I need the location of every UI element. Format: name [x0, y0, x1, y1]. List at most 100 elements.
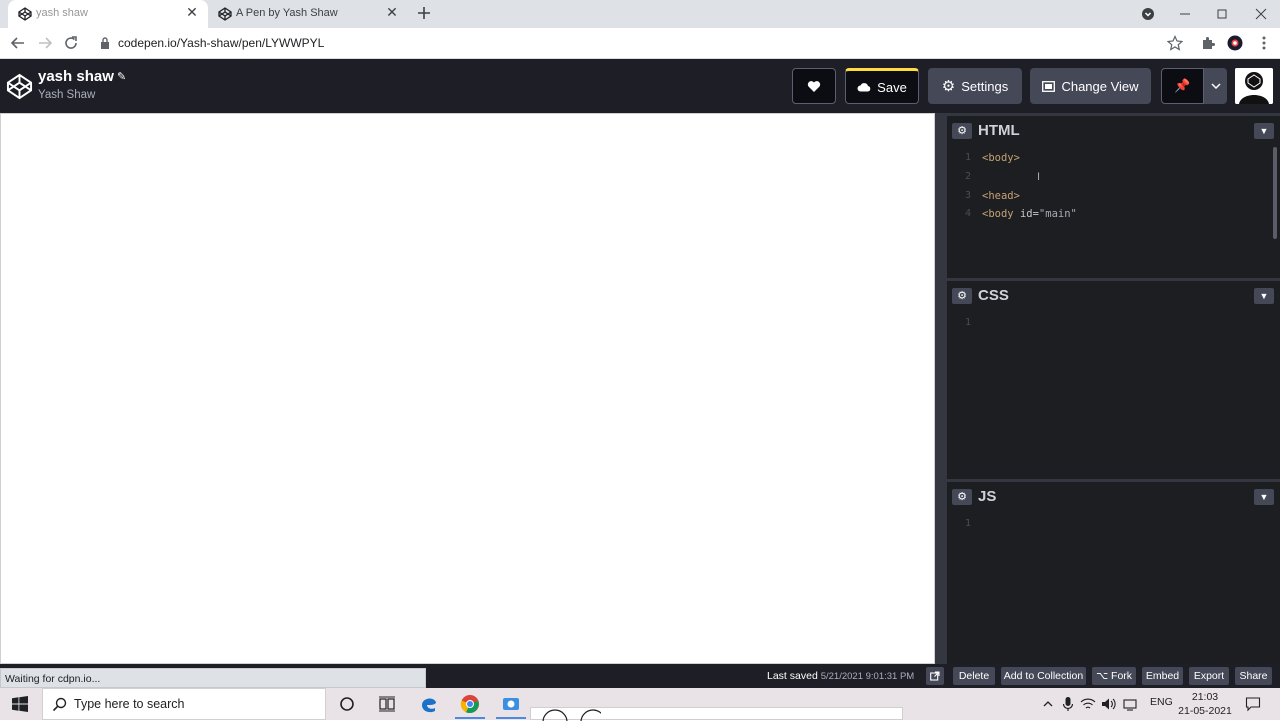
share-button[interactable]: Share [1235, 667, 1272, 685]
search-placeholder: Type here to search [74, 697, 185, 711]
new-tab-icon[interactable] [417, 6, 431, 20]
text-cursor-icon: I [1037, 171, 1041, 183]
taskbar-search[interactable]: Type here to search [42, 688, 326, 720]
tab-title: yash shaw [36, 7, 88, 19]
extensions-puzzle-icon[interactable] [1200, 35, 1216, 51]
js-editor-header: ⚙ JS ▼ [947, 479, 1280, 513]
fork-button[interactable]: ⌥ Fork [1092, 667, 1136, 685]
settings-label: Settings [961, 78, 1009, 94]
codepen-footer: Waiting for cdpn.io... Last saved 5/21/2… [0, 664, 1280, 688]
layout-icon [1042, 80, 1056, 92]
delete-button[interactable]: Delete [953, 667, 995, 685]
task-view-icon[interactable] [377, 694, 397, 714]
window-close-icon[interactable] [1252, 5, 1270, 23]
code-line: <head> [982, 190, 1020, 202]
reload-icon[interactable] [63, 35, 79, 51]
embed-button[interactable]: Embed [1142, 667, 1183, 685]
edit-pencil-icon[interactable]: ✎ [117, 70, 129, 83]
user-avatar[interactable] [1235, 68, 1273, 104]
tab-close-icon[interactable]: ✕ [386, 5, 398, 19]
css-code-area[interactable]: 1 [947, 312, 1280, 479]
add-to-collection-button[interactable]: Add to Collection [1001, 667, 1086, 685]
network-icon[interactable] [1122, 696, 1138, 712]
html-editor: ⚙ HTML ▼ 1 2 3 4 <body> <head> <body id=… [947, 113, 1280, 278]
pin-dropdown-button[interactable] [1204, 68, 1227, 104]
codepen-favicon-icon [218, 7, 232, 21]
css-editor-title: CSS [978, 287, 1009, 304]
js-chevron-down-icon[interactable]: ▼ [1254, 489, 1274, 505]
line-number: 1 [964, 518, 971, 529]
show-hidden-icons-chevron-icon[interactable] [1042, 698, 1054, 710]
heart-icon [807, 80, 821, 92]
html-chevron-down-icon[interactable]: ▼ [1254, 123, 1274, 139]
chrome-menu-icon[interactable] [1256, 35, 1272, 51]
notifications-icon[interactable] [1245, 696, 1261, 712]
chrome-icon[interactable] [460, 694, 480, 714]
html-code-area[interactable]: 1 2 3 4 <body> <head> <body id="main" I [947, 147, 1280, 278]
gear-icon: ⚙ [941, 78, 956, 95]
codepen-favicon-icon [18, 7, 32, 21]
line-number: 2 [964, 171, 971, 182]
code-line: <body id="main" [982, 208, 1077, 220]
tab-close-icon[interactable]: ✕ [186, 5, 198, 19]
export-button[interactable]: Export [1189, 667, 1229, 685]
browser-tab-strip: yash shaw ✕ A Pen by Yash Shaw ✕ [0, 0, 1280, 28]
profile-dropdown-icon[interactable] [1139, 5, 1157, 23]
recorder-app-icon[interactable] [501, 694, 521, 714]
js-settings-gear-icon[interactable]: ⚙ [952, 489, 972, 505]
forward-arrow-icon[interactable] [37, 35, 53, 51]
clock-date: 21-05-2021 [1178, 705, 1232, 717]
codepen-header: yash shaw ✎ Yash Shaw Save ⚙ Settings Ch… [0, 59, 1280, 113]
system-clock[interactable]: 21:03 21-05-2021 [1175, 690, 1235, 718]
pane-resizer[interactable] [935, 113, 947, 664]
running-app-indicator [496, 717, 526, 719]
search-icon [52, 697, 67, 712]
line-number: 1 [964, 317, 971, 328]
last-saved-label: Last saved [767, 670, 818, 682]
pen-title[interactable]: yash shaw [38, 68, 114, 85]
pin-button[interactable]: 📌 [1161, 68, 1204, 104]
codepen-logo-icon[interactable] [6, 73, 33, 100]
bookmark-star-icon[interactable] [1167, 35, 1183, 51]
line-number: 1 [964, 152, 971, 163]
volume-icon[interactable] [1100, 696, 1116, 712]
editors-panel: ⚙ HTML ▼ 1 2 3 4 <body> <head> <body id=… [947, 113, 1280, 664]
pen-author[interactable]: Yash Shaw [38, 89, 95, 101]
wifi-icon[interactable] [1080, 696, 1096, 712]
microphone-icon[interactable] [1062, 696, 1074, 712]
open-external-icon[interactable] [926, 667, 944, 685]
fork-icon: ⌥ [1095, 670, 1109, 682]
browser-tab-active[interactable]: yash shaw ✕ [8, 0, 208, 28]
tab-title: A Pen by Yash Shaw [236, 7, 338, 19]
edge-browser-icon[interactable] [419, 694, 439, 714]
css-editor: ⚙ CSS ▼ 1 [947, 278, 1280, 479]
code-string: "main" [1038, 208, 1077, 220]
change-view-button[interactable]: Change View [1030, 68, 1151, 104]
back-arrow-icon[interactable] [10, 35, 26, 51]
popup-controls-icon [542, 709, 601, 721]
line-number: 3 [964, 190, 971, 201]
browser-tab[interactable]: A Pen by Yash Shaw ✕ [208, 0, 408, 28]
minimize-icon[interactable] [1176, 5, 1194, 23]
active-app-indicator [455, 717, 485, 719]
css-editor-header: ⚙ CSS ▼ [947, 278, 1280, 312]
windows-start-icon[interactable] [12, 696, 28, 712]
settings-button[interactable]: ⚙ Settings [928, 68, 1022, 104]
cortana-icon[interactable] [337, 694, 357, 714]
lock-icon[interactable] [99, 36, 111, 50]
last-saved: Last saved 5/21/2021 9:01:31 PM [767, 670, 914, 682]
chevron-down-icon [1210, 83, 1221, 89]
input-language[interactable]: ENG [1150, 696, 1173, 708]
line-number: 4 [964, 208, 971, 219]
love-button[interactable] [792, 68, 836, 104]
css-chevron-down-icon[interactable]: ▼ [1254, 288, 1274, 304]
profile-avatar-icon[interactable] [1227, 35, 1243, 51]
editor-scrollbar[interactable] [1273, 147, 1277, 239]
maximize-icon[interactable] [1213, 5, 1231, 23]
save-button[interactable]: Save [845, 68, 919, 104]
result-preview[interactable] [0, 113, 935, 664]
js-code-area[interactable]: 1 [947, 513, 1280, 664]
css-settings-gear-icon[interactable]: ⚙ [952, 288, 972, 304]
html-settings-gear-icon[interactable]: ⚙ [952, 123, 972, 139]
url-bar[interactable]: codepen.io/Yash-shaw/pen/LYWWPYL [118, 36, 324, 50]
